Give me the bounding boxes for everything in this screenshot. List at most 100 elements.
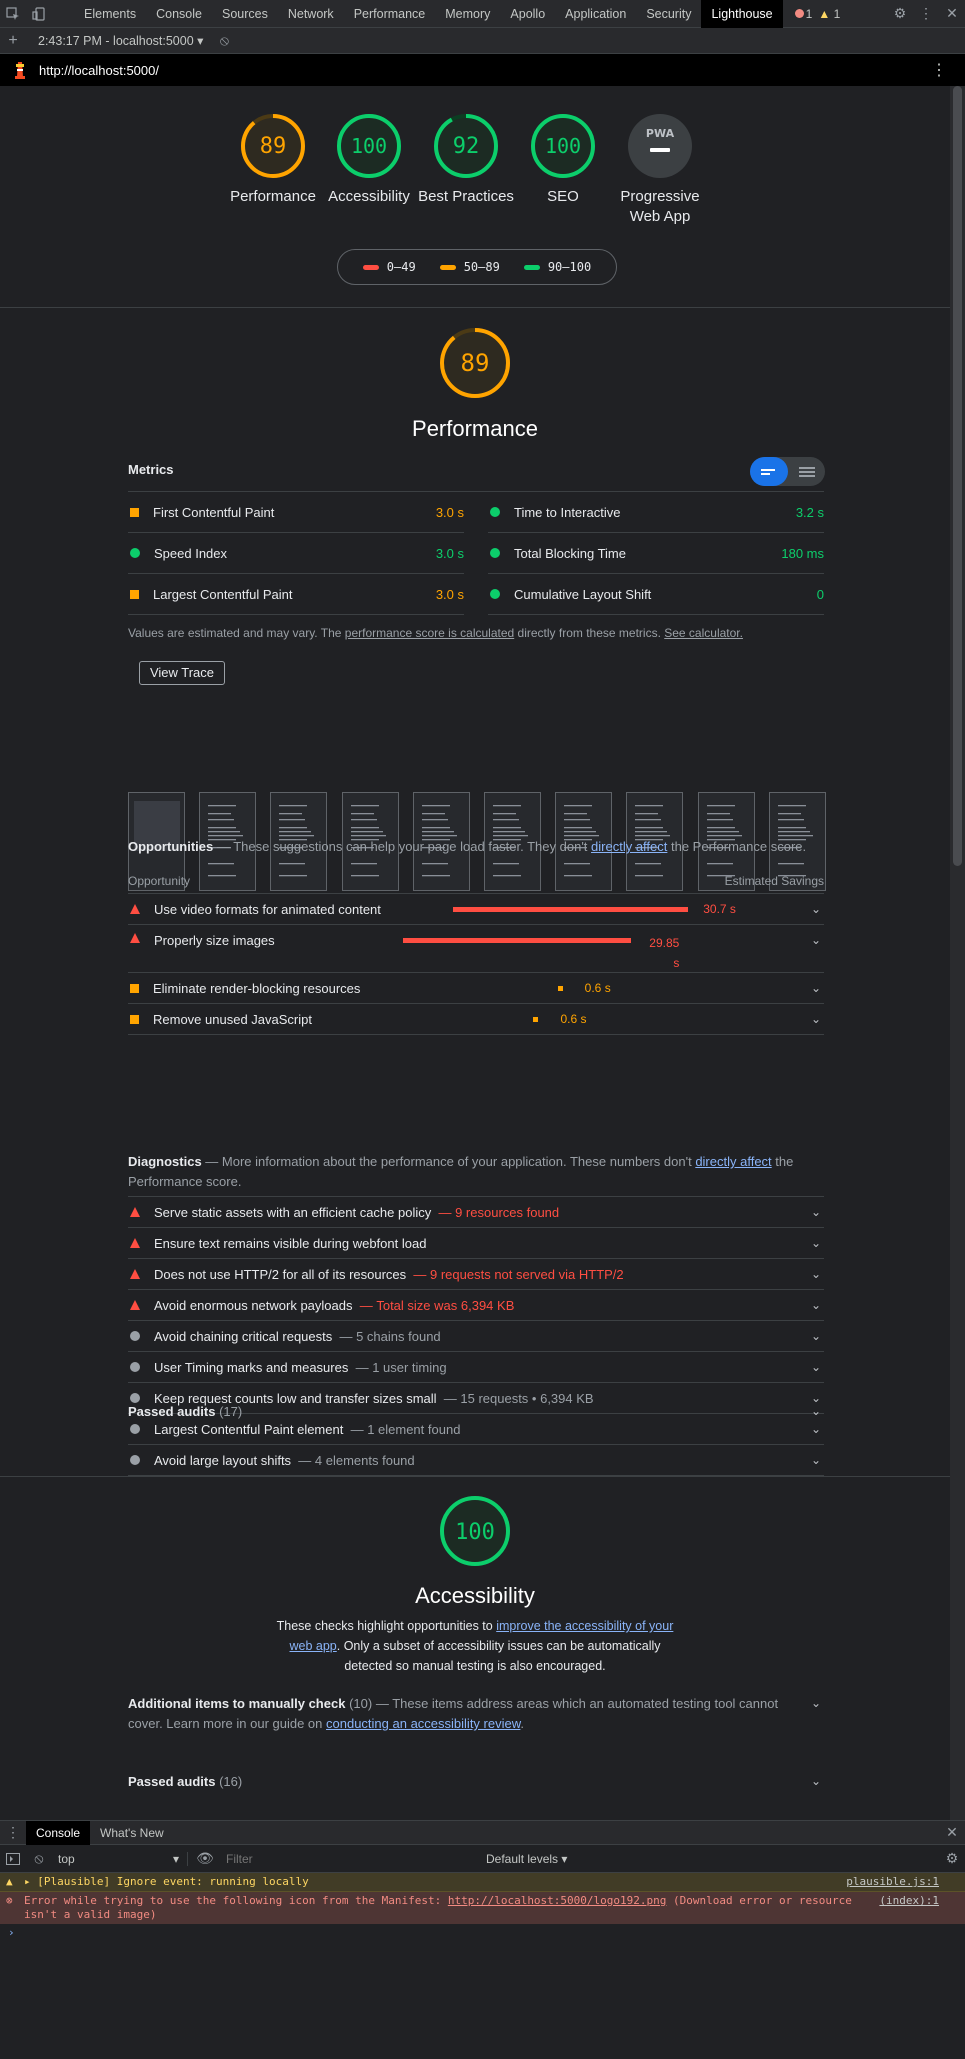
opportunity-row[interactable]: Use video formats for animated content 3…	[128, 894, 824, 925]
opportunity-row[interactable]: Eliminate render-blocking resources 0.6 …	[128, 973, 824, 1004]
tab-console[interactable]: Console	[26, 1820, 91, 1845]
legend-swatch	[523, 265, 540, 270]
directly-affect-link[interactable]: directly affect	[695, 1154, 771, 1169]
gauge-label: Best Practices	[418, 188, 514, 205]
tab-whats-new[interactable]: What's New	[90, 1826, 174, 1840]
sidebar-toggle-icon[interactable]	[0, 1845, 26, 1873]
more-vertical-icon[interactable]: ⋮	[913, 0, 939, 28]
report-menu-icon[interactable]: ⋮	[931, 60, 947, 80]
chevron-down-icon: ⌄	[810, 1404, 822, 1418]
score-gauge-performance[interactable]: 89 Performance	[223, 113, 323, 207]
view-trace-button[interactable]: View Trace	[139, 661, 225, 685]
opportunity-row[interactable]: Remove unused JavaScript 0.6 s ⌄	[128, 1004, 824, 1035]
gear-icon[interactable]: ⚙	[887, 0, 913, 28]
error-icon	[794, 8, 804, 18]
clear-console-icon[interactable]: ⦸	[26, 1845, 52, 1873]
tab-elements[interactable]: Elements	[74, 0, 146, 28]
opportunity-label: Properly size images	[154, 933, 275, 948]
tab-memory[interactable]: Memory	[435, 0, 500, 28]
accessibility-gauge-ring: 100	[440, 1496, 510, 1566]
passed-audits-accessibility[interactable]: Passed audits (16) ⌄	[128, 1766, 824, 1796]
score-gauge-progressive-web-app[interactable]: PWA Progressive Web App	[610, 113, 710, 227]
tab-network[interactable]: Network	[278, 0, 344, 28]
diagnostic-row[interactable]: User Timing marks and measures — 1 user …	[128, 1352, 824, 1383]
passed-audits-performance[interactable]: Passed audits (17) ⌄	[128, 1396, 824, 1426]
diagnostic-row[interactable]: Avoid large layout shifts — 4 elements f…	[128, 1445, 824, 1476]
dropdown-arrow-icon: ▾	[172, 1851, 179, 1866]
close-drawer-icon[interactable]: ✕	[939, 1819, 965, 1847]
legend-item: 0–49	[362, 260, 416, 274]
tab-application[interactable]: Application	[555, 0, 636, 28]
console-prompt[interactable]: ›	[0, 1924, 965, 1939]
diagnostic-row[interactable]: Avoid enormous network payloads — Total …	[128, 1290, 824, 1321]
manifest-icon-link[interactable]: http://localhost:5000/logo192.png	[448, 1894, 667, 1907]
metric-time-to-interactive: Time to Interactive 3.2 s	[488, 492, 824, 532]
clear-icon[interactable]: ⦸	[211, 27, 237, 55]
gauge-label: SEO	[547, 188, 579, 205]
tab-console[interactable]: Console	[146, 0, 212, 28]
chevron-down-icon: ⌄	[810, 1205, 822, 1219]
log-levels-dropdown[interactable]: Default levels ▾	[486, 1852, 567, 1866]
metric-label: First Contentful Paint	[153, 504, 275, 520]
console-error-message[interactable]: ⊗ Error while trying to use the followin…	[0, 1892, 965, 1924]
compact-view-icon[interactable]	[750, 457, 788, 486]
metrics-view-toggle[interactable]	[750, 457, 825, 486]
gauge-label: Performance	[230, 188, 316, 205]
console-drawer: ⋮ Console What's New ✕ ⦸ top▾ 👁 Default …	[0, 1820, 965, 2059]
opportunity-row[interactable]: Properly size images 29.85 s ⌄	[128, 925, 824, 973]
gauge-label: Accessibility	[328, 188, 410, 205]
inspect-element-icon[interactable]	[0, 0, 26, 28]
chevron-down-icon: ⌄	[810, 1236, 822, 1250]
tab-security[interactable]: Security	[636, 0, 701, 28]
plus-icon[interactable]: +	[0, 27, 26, 55]
chevron-down-icon: ⌄	[810, 1774, 822, 1788]
report-scrollbar[interactable]	[950, 86, 965, 1820]
device-toolbar-icon[interactable]	[26, 0, 52, 28]
tab-sources[interactable]: Sources	[212, 0, 278, 28]
report-url-bar: http://localhost:5000/ ⋮	[0, 54, 965, 86]
message-source-link[interactable]: (index):1	[879, 1894, 939, 1908]
score-gauge-best-practices[interactable]: 92 Best Practices	[416, 113, 516, 207]
diagnostic-row[interactable]: Serve static assets with an efficient ca…	[128, 1197, 824, 1228]
tab-apollo[interactable]: Apollo	[500, 0, 555, 28]
console-filter-input[interactable]	[226, 1851, 426, 1866]
tab-performance[interactable]: Performance	[344, 0, 436, 28]
savings-value: 30.7 s	[703, 902, 736, 916]
accessibility-review-link[interactable]: conducting an accessibility review	[326, 1716, 520, 1731]
accessibility-score-value: 100	[455, 1520, 495, 1545]
drawer-menu-icon[interactable]: ⋮	[0, 1819, 26, 1847]
message-source-link[interactable]: plausible.js:1	[846, 1875, 939, 1889]
diagnostic-row[interactable]: Ensure text remains visible during webfo…	[128, 1228, 824, 1259]
context-selector[interactable]: top ▾	[58, 1851, 188, 1866]
chevron-down-icon[interactable]: ⌄	[808, 1696, 824, 1710]
diagnostic-label: Serve static assets with an efficient ca…	[154, 1204, 432, 1220]
metric-value: 0	[816, 586, 824, 602]
see-calculator-link[interactable]: See calculator.	[664, 626, 743, 640]
score-gauge-accessibility[interactable]: 100 Accessibility	[319, 113, 419, 207]
close-icon[interactable]: ✕	[939, 0, 965, 28]
pwa-badge-text: PWA	[646, 127, 675, 140]
score-gauge-seo[interactable]: 100 SEO	[513, 113, 613, 207]
tab-lighthouse[interactable]: Lighthouse	[701, 0, 783, 28]
console-warning-message[interactable]: ▲ ▸ [Plausible] Ignore event: running lo…	[0, 1873, 965, 1892]
manual-checks-header[interactable]: Additional items to manually check (10) …	[128, 1694, 798, 1734]
lighthouse-toolbar: + 2:43:17 PM - localhost:5000 ▾ ⦸	[0, 28, 965, 54]
directly-affect-link[interactable]: directly affect	[591, 839, 667, 854]
scrollbar-thumb[interactable]	[953, 86, 962, 866]
diagnostic-row[interactable]: Does not use HTTP/2 for all of its resou…	[128, 1259, 824, 1290]
report-selector[interactable]: 2:43:17 PM - localhost:5000 ▾	[38, 33, 203, 48]
diagnostic-label: Avoid large layout shifts	[154, 1452, 292, 1468]
diagnostic-row[interactable]: Avoid chaining critical requests — 5 cha…	[128, 1321, 824, 1352]
eye-icon[interactable]: 👁	[192, 1845, 218, 1873]
report-url[interactable]: http://localhost:5000/	[39, 63, 159, 78]
metric-first-contentful-paint: First Contentful Paint 3.0 s	[128, 492, 464, 532]
savings-bar	[403, 938, 632, 943]
performance-score-value: 89	[461, 349, 490, 377]
metric-largest-contentful-paint: Largest Contentful Paint 3.0 s	[128, 574, 464, 614]
console-settings-icon[interactable]: ⚙	[939, 1845, 965, 1873]
score-calculated-link[interactable]: performance score is calculated	[345, 626, 514, 640]
issue-counts[interactable]: 1 ▲ 1	[794, 7, 840, 21]
gauge-ring: 100	[337, 114, 401, 178]
expanded-view-icon[interactable]	[788, 457, 825, 486]
error-icon: ⊗	[6, 1894, 13, 1907]
